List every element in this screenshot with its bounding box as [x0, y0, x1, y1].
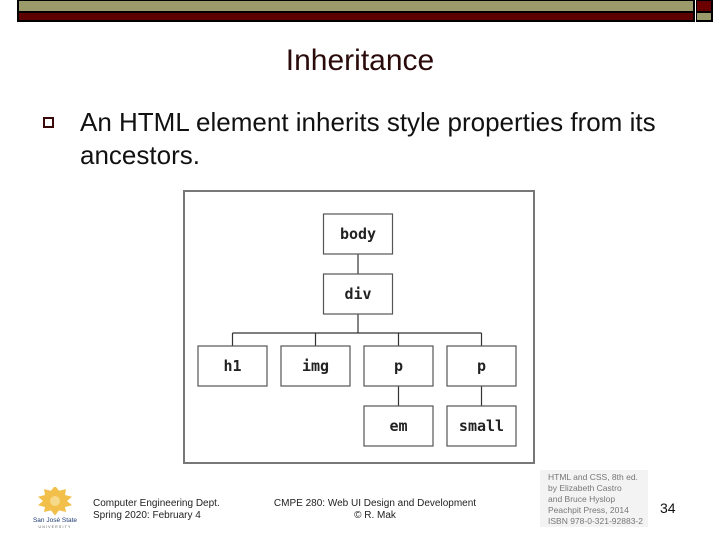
footer-date: Spring 2020: February 4	[93, 510, 201, 521]
tree-node-h1: h1	[197, 345, 268, 387]
tree-node-label: p	[394, 357, 403, 375]
page-number: 34	[660, 500, 676, 516]
tree-node-p2: p	[446, 345, 517, 387]
logo-text-line1: San José State	[33, 517, 77, 524]
tree-node-p1: p	[363, 345, 434, 387]
tree-node-label: small	[459, 417, 504, 435]
ref-line: by Elizabeth Castro	[548, 483, 622, 493]
logo-text-line2: UNIVERSITY	[38, 525, 71, 529]
ref-line: ISBN 978-0-321-92883-2	[548, 516, 643, 526]
sjsu-sun-icon	[38, 487, 72, 516]
inheritance-tree-diagram: body div h1 img p p em small	[197, 213, 517, 447]
tree-node-label: div	[344, 285, 371, 303]
footer-course-info: CMPE 280: Web UI Design and Development …	[260, 498, 490, 522]
ref-line: HTML and CSS, 8th ed.	[548, 472, 638, 482]
tree-node-label: img	[302, 357, 329, 375]
footer-course: CMPE 280: Web UI Design and Development	[273, 498, 477, 509]
ref-line: Peachpit Press, 2014	[548, 505, 629, 515]
footer-copyright: © R. Mak	[354, 510, 396, 521]
footer-book-reference: HTML and CSS, 8th ed. by Elizabeth Castr…	[540, 470, 648, 527]
tree-node-label: p	[477, 357, 486, 375]
tree-node-em: em	[363, 405, 434, 447]
tree-node-body: body	[322, 213, 394, 255]
sjsu-logo: San José State UNIVERSITY	[33, 487, 77, 529]
tree-node-label: body	[340, 225, 376, 243]
tree-node-label: h1	[223, 357, 241, 375]
tree-node-img: img	[280, 345, 351, 387]
ref-line: and Bruce Hyslop	[548, 494, 616, 504]
footer-dept-info: Computer Engineering Dept. Spring 2020: …	[93, 498, 220, 522]
tree-node-div: div	[322, 273, 394, 315]
tree-node-label: em	[389, 417, 407, 435]
tree-node-small: small	[446, 405, 517, 447]
footer-dept: Computer Engineering Dept.	[93, 498, 220, 509]
